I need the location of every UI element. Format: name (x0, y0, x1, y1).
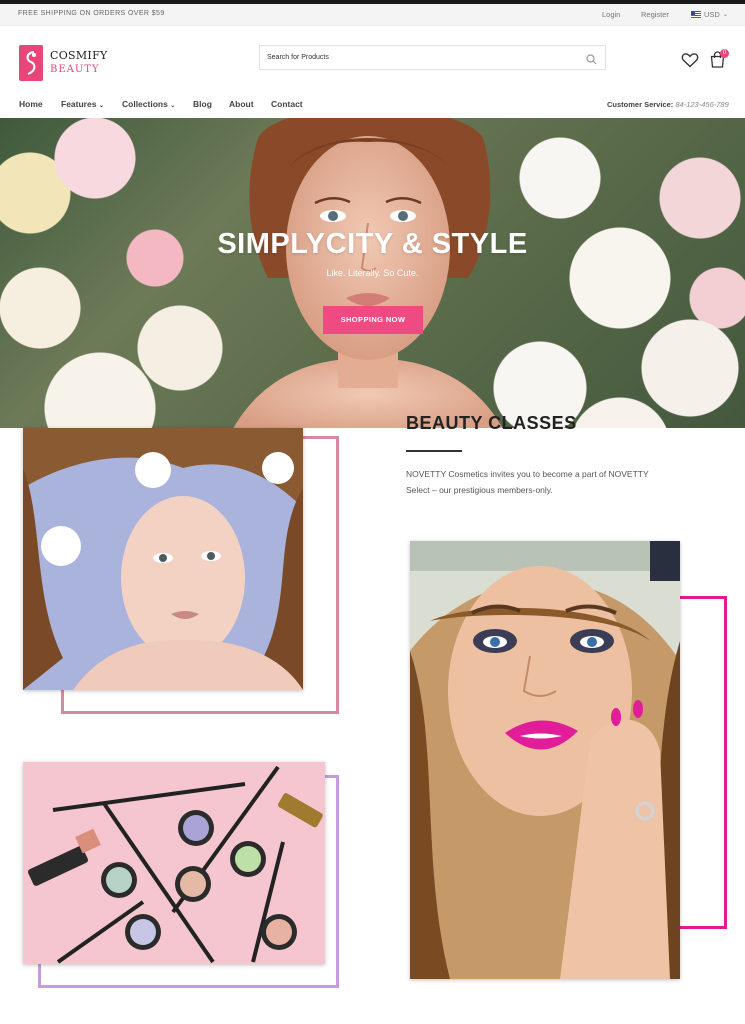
search-input[interactable]: Search for Products (267, 54, 329, 61)
nav-item-blog[interactable]: Blog (193, 99, 212, 109)
makeup-products-image[interactable] (23, 762, 325, 964)
customer-service: Customer Service: 84-123-456-789 (607, 100, 729, 109)
section-title: BEAUTY CLASSES (406, 416, 606, 438)
top-bar: FREE SHIPPING ON ORDERS OVER $59 Login R… (0, 4, 745, 26)
customer-service-label: Customer Service: (607, 100, 674, 109)
hero-title: SIMPLYCITY & STYLE (217, 228, 528, 260)
logo-text-primary: COSMIFY (50, 49, 108, 62)
logo-text-secondary: BEAUTY (50, 64, 100, 75)
cart-count-badge: 0 (720, 49, 729, 58)
model-curls-image[interactable] (23, 428, 303, 690)
us-flag-icon (691, 11, 701, 18)
nav-item-collections-label: Collections (122, 99, 168, 109)
nav-item-collections[interactable]: Collections ⌄ (122, 99, 175, 109)
nav-item-about[interactable]: About (229, 99, 254, 109)
nav-item-features-label: Features (61, 99, 97, 109)
chevron-down-icon: ⌄ (722, 12, 728, 18)
register-link[interactable]: Register (641, 10, 669, 19)
nav-item-contact[interactable]: Contact (271, 99, 303, 109)
customer-service-phone[interactable]: 84-123-456-789 (675, 100, 728, 109)
currency-label: USD (704, 10, 720, 19)
hero-subtitle: Like. Literally. So Cute. (326, 268, 419, 278)
shopping-bag-icon[interactable]: 0 (709, 49, 729, 73)
nav-item-home[interactable]: Home (19, 99, 43, 109)
login-link[interactable]: Login (602, 10, 620, 19)
chevron-down-icon: ⌄ (98, 103, 104, 109)
free-shipping-notice: FREE SHIPPING ON ORDERS OVER $59 (18, 10, 165, 17)
heart-icon[interactable] (681, 52, 699, 73)
shop-now-button[interactable]: SHOPPING NOW (323, 306, 423, 334)
section-divider (406, 450, 462, 452)
section-description: NOVETTY Cosmetics invites you to become … (406, 469, 649, 495)
brand-logo[interactable]: COSMIFY BEAUTY (19, 45, 107, 81)
nav-item-features[interactable]: Features ⌄ (61, 99, 104, 109)
currency-selector[interactable]: USD ⌄ (691, 10, 728, 19)
search-bar[interactable]: Search for Products (259, 45, 606, 70)
hero-banner: SIMPLYCITY & STYLE Like. Literally. So C… (0, 118, 745, 428)
chevron-down-icon: ⌄ (170, 103, 176, 109)
search-icon[interactable] (586, 52, 597, 70)
model-pink-lips-image[interactable] (410, 541, 680, 979)
logo-mark-icon (19, 45, 43, 81)
section-title-text: BEAUTY CLASSES (406, 416, 577, 433)
